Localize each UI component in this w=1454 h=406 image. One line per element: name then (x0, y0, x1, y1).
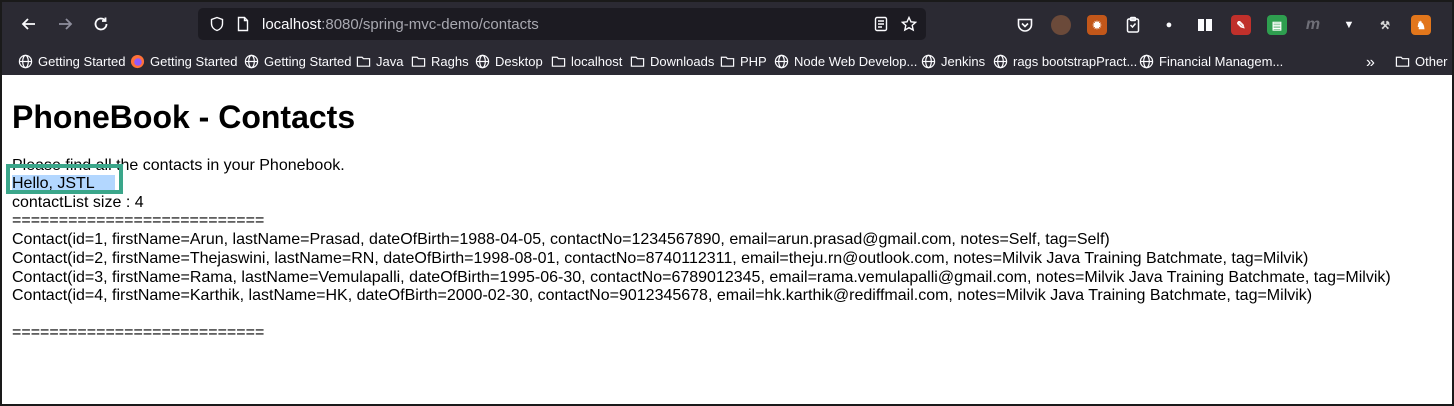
bookmark-jenkins[interactable]: Jenkins (921, 54, 985, 69)
bookmark-label: Java (376, 54, 404, 69)
bookmark-folder-downloads[interactable]: Downloads (630, 54, 714, 69)
pocket-icon[interactable] (1015, 15, 1035, 35)
globe-icon (921, 54, 936, 69)
reload-icon (94, 17, 108, 31)
folder-icon (1395, 56, 1410, 67)
browser-chrome: localhost:8080/spring-mvc-demo/contacts … (2, 2, 1452, 75)
reader-view-icon[interactable] (872, 15, 890, 33)
bookmark-folder-php[interactable]: PHP (720, 54, 767, 69)
contact-line-3: Contact(id=3, firstName=Rama, lastName=V… (12, 269, 1391, 286)
firefox-icon (130, 54, 145, 69)
folder-icon (411, 56, 426, 67)
bookmark-getting-started-3[interactable]: Getting Started (244, 54, 351, 69)
navigation-toolbar: localhost:8080/spring-mvc-demo/contacts … (2, 2, 1452, 46)
extension-orange-icon[interactable]: ✹ (1087, 15, 1107, 35)
contact-line-1: Contact(id=1, firstName=Arun, lastName=P… (12, 231, 1110, 248)
forward-arrow-icon (59, 18, 73, 30)
address-bar[interactable]: localhost:8080/spring-mvc-demo/contacts (198, 8, 926, 40)
folder-icon (630, 56, 645, 67)
extension-m-icon[interactable]: m (1303, 15, 1323, 35)
bookmark-rags-bootstrap[interactable]: rags bootstrapPract... (993, 54, 1137, 69)
globe-icon (993, 54, 1008, 69)
bookmark-label: Financial Managem... (1159, 54, 1284, 69)
annotation-highlight-box (6, 164, 123, 194)
folder-icon (551, 56, 566, 67)
forward-button[interactable] (51, 10, 79, 38)
bookmark-label: Desktop (495, 54, 543, 69)
shield-icon[interactable] (208, 15, 226, 33)
contact-line-2: Contact(id=2, firstName=Thejaswini, last… (12, 250, 1309, 267)
reload-button[interactable] (87, 10, 115, 38)
bookmark-folder-localhost[interactable]: localhost (551, 54, 622, 69)
bookmark-star-icon[interactable] (900, 15, 918, 33)
separator-bottom: =========================== (12, 324, 265, 341)
contact-line-4: Contact(id=4, firstName=Karthik, lastNam… (12, 287, 1313, 304)
globe-icon (1139, 54, 1154, 69)
contact-list-size: contactList size : 4 (12, 194, 144, 211)
url-text[interactable]: localhost:8080/spring-mvc-demo/contacts (262, 16, 539, 33)
bookmark-label: PHP (740, 54, 767, 69)
bookmarks-toolbar: Getting Started Getting Started Getting … (2, 50, 1452, 75)
bookmark-label: Node Web Develop... (794, 54, 918, 69)
screenshot-frame: localhost:8080/spring-mvc-demo/contacts … (0, 0, 1454, 406)
bookmark-label: Other B (1415, 54, 1452, 69)
back-button[interactable] (15, 10, 43, 38)
globe-icon (18, 54, 33, 69)
metamask-icon[interactable]: ♞ (1411, 15, 1431, 35)
bookmark-node-web[interactable]: Node Web Develop... (774, 54, 917, 69)
clipboard-icon[interactable] (1123, 15, 1143, 35)
bookmark-label: Downloads (650, 54, 715, 69)
reader-book-icon[interactable] (1195, 15, 1215, 35)
back-arrow-icon (21, 18, 35, 30)
bookmark-financial[interactable]: Financial Managem... (1139, 54, 1283, 69)
bookmark-folder-raghs[interactable]: Raghs (411, 54, 469, 69)
extension-ball-icon[interactable]: ● (1159, 15, 1179, 35)
extension-red-icon[interactable]: ✎ (1231, 15, 1251, 35)
globe-icon (774, 54, 789, 69)
url-host: localhost (262, 16, 322, 33)
extension-tool-icon[interactable]: ⚒ (1375, 15, 1395, 35)
bookmark-label: Getting Started (264, 54, 352, 69)
bookmark-label: Getting Started (150, 54, 238, 69)
folder-icon (356, 56, 371, 67)
extension-green-icon[interactable]: ▤ (1267, 15, 1287, 35)
bookmark-desktop[interactable]: Desktop (475, 54, 543, 69)
bookmark-folder-java[interactable]: Java (356, 54, 403, 69)
separator-top: =========================== (12, 212, 265, 229)
bookmark-getting-started-1[interactable]: Getting Started (18, 54, 125, 69)
account-avatar-icon[interactable] (1051, 15, 1071, 35)
url-path: :8080/spring-mvc-demo/contacts (321, 16, 539, 33)
folder-icon (720, 56, 735, 67)
globe-icon (475, 54, 490, 69)
bookmark-label: localhost (571, 54, 623, 69)
bookmark-label: Getting Started (38, 54, 126, 69)
bookmarks-overflow-chevron-icon[interactable]: » (1366, 54, 1375, 72)
bookmark-folder-other[interactable]: Other B (1395, 54, 1452, 69)
page-content: PhoneBook - Contacts Please find all the… (2, 75, 1452, 404)
bookmark-getting-started-2[interactable]: Getting Started (130, 54, 237, 69)
bookmark-label: Jenkins (941, 54, 986, 69)
globe-icon (244, 54, 259, 69)
extension-download-icon[interactable]: ▼ (1339, 15, 1359, 35)
bookmark-label: Raghs (431, 54, 469, 69)
page-title: PhoneBook - Contacts (12, 99, 356, 135)
page-info-icon[interactable] (234, 15, 252, 33)
bookmark-label: rags bootstrapPract... (1013, 54, 1138, 69)
